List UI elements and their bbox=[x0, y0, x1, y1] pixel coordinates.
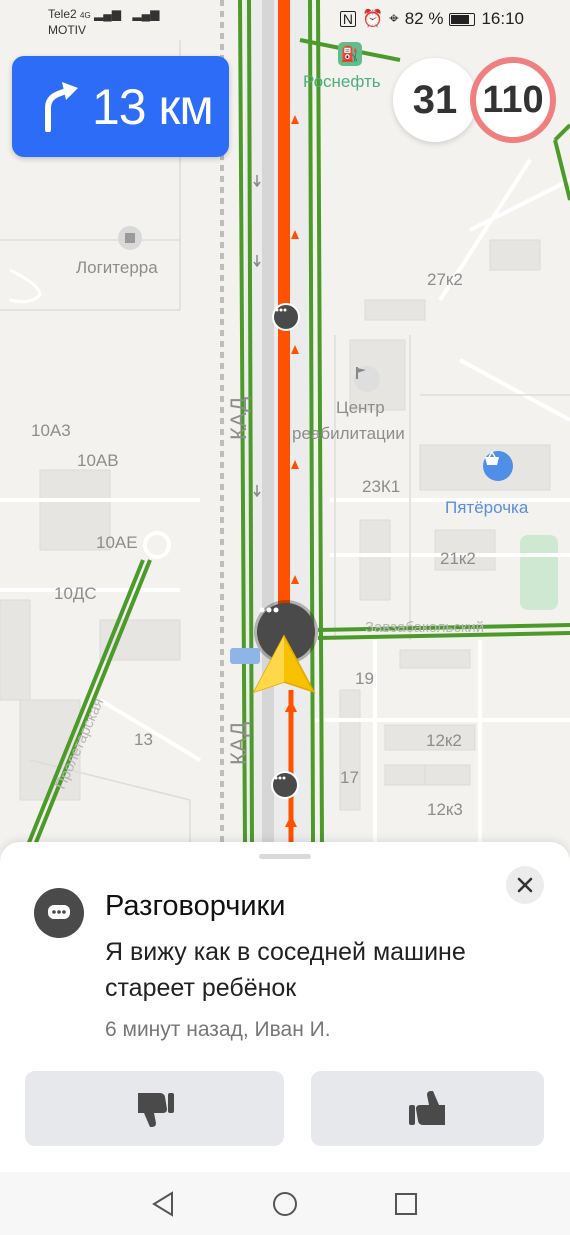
poi-label-rosneft: Роснефть bbox=[303, 72, 381, 91]
poi-label-rehab: реабилитации bbox=[292, 424, 405, 443]
shop-basket-icon[interactable] bbox=[483, 451, 513, 481]
sheet-drag-handle[interactable] bbox=[259, 854, 311, 859]
road-chat-icon[interactable] bbox=[271, 771, 299, 799]
close-button[interactable] bbox=[506, 866, 544, 904]
system-nav-bar bbox=[0, 1172, 570, 1235]
event-bottom-sheet: Разговорчики Я вижу как в соседней машин… bbox=[0, 842, 570, 1172]
poi-label-center: Центр bbox=[336, 398, 385, 417]
building-label: 21к2 bbox=[440, 549, 476, 568]
building-label: 12к3 bbox=[427, 800, 463, 819]
building-label: 10ДС bbox=[54, 584, 97, 603]
thumbs-up-icon bbox=[408, 1090, 445, 1125]
building-label: 23К1 bbox=[362, 477, 401, 496]
event-title: Разговорчики bbox=[105, 890, 286, 922]
turn-instruction-card[interactable]: 13 км bbox=[12, 56, 229, 157]
speed-limit-sign: 110 bbox=[470, 57, 556, 143]
current-speed: 31 bbox=[393, 58, 477, 142]
recents-square-icon bbox=[395, 1193, 417, 1215]
road-label-kad: КАД bbox=[226, 396, 251, 440]
building-label: 17 bbox=[340, 768, 359, 787]
building-label: 27к2 bbox=[427, 270, 463, 289]
gas-station-icon[interactable]: ⛽ bbox=[338, 42, 362, 66]
building-label: 10АВ bbox=[77, 451, 119, 470]
close-icon bbox=[517, 877, 533, 893]
carrier-name-2: MOTIV bbox=[48, 23, 86, 37]
alarm-icon: ⏰ bbox=[361, 9, 384, 28]
clock: 16:10 bbox=[481, 9, 524, 28]
street-label-right: Завзабакольский bbox=[365, 619, 485, 636]
status-bar: Tele2 4G ▂▄▆ ▂▄▆ MOTIV N ⏰ ⌖ 82 % 16:10 bbox=[0, 0, 570, 42]
warehouse-icon[interactable] bbox=[118, 226, 142, 250]
location-cursor-icon bbox=[252, 634, 316, 694]
distance-to-turn: 13 км bbox=[92, 78, 214, 135]
location-icon: ⌖ bbox=[389, 9, 399, 28]
building-label: 10А3 bbox=[31, 421, 71, 440]
battery-icon bbox=[449, 12, 476, 26]
poi-label-pyaterochka: Пятёрочка bbox=[445, 498, 529, 517]
event-message: Я вижу как в соседней машине стареет реб… bbox=[105, 938, 466, 1002]
recents-button[interactable] bbox=[392, 1190, 420, 1218]
chat-icon bbox=[34, 888, 84, 938]
signal-icon: ▂▄▆ bbox=[94, 7, 122, 21]
event-meta: 6 минут назад, Иван И. bbox=[105, 1018, 331, 1041]
building-label: 19 bbox=[355, 669, 374, 688]
like-button[interactable] bbox=[311, 1071, 544, 1146]
network-type: 4G bbox=[80, 11, 91, 20]
back-triangle-icon bbox=[152, 1191, 173, 1217]
carrier-info: Tele2 4G ▂▄▆ ▂▄▆ MOTIV bbox=[48, 7, 159, 37]
turn-right-icon bbox=[45, 81, 78, 132]
back-button[interactable] bbox=[149, 1190, 177, 1218]
dislike-button[interactable] bbox=[25, 1071, 284, 1146]
carrier-name: Tele2 bbox=[48, 7, 77, 21]
poi-label-logiterra: Логитерра bbox=[76, 258, 158, 277]
road-label-kad-lower: КАД bbox=[226, 721, 251, 765]
home-circle-icon bbox=[273, 1192, 297, 1216]
nfc-icon: N bbox=[339, 11, 356, 27]
status-icons: N ⏰ ⌖ 82 % 16:10 bbox=[339, 9, 524, 29]
battery-percent: 82 % bbox=[404, 9, 444, 28]
flag-icon[interactable] bbox=[354, 366, 380, 392]
building-label: 10АЕ bbox=[96, 533, 138, 552]
home-button[interactable] bbox=[271, 1190, 299, 1218]
signal-icon: ▂▄▆ bbox=[132, 7, 160, 21]
building-label: 13 bbox=[134, 730, 153, 749]
building-label: 12к2 bbox=[426, 731, 462, 750]
road-chat-icon[interactable] bbox=[272, 303, 300, 331]
thumbs-down-icon bbox=[137, 1092, 174, 1127]
